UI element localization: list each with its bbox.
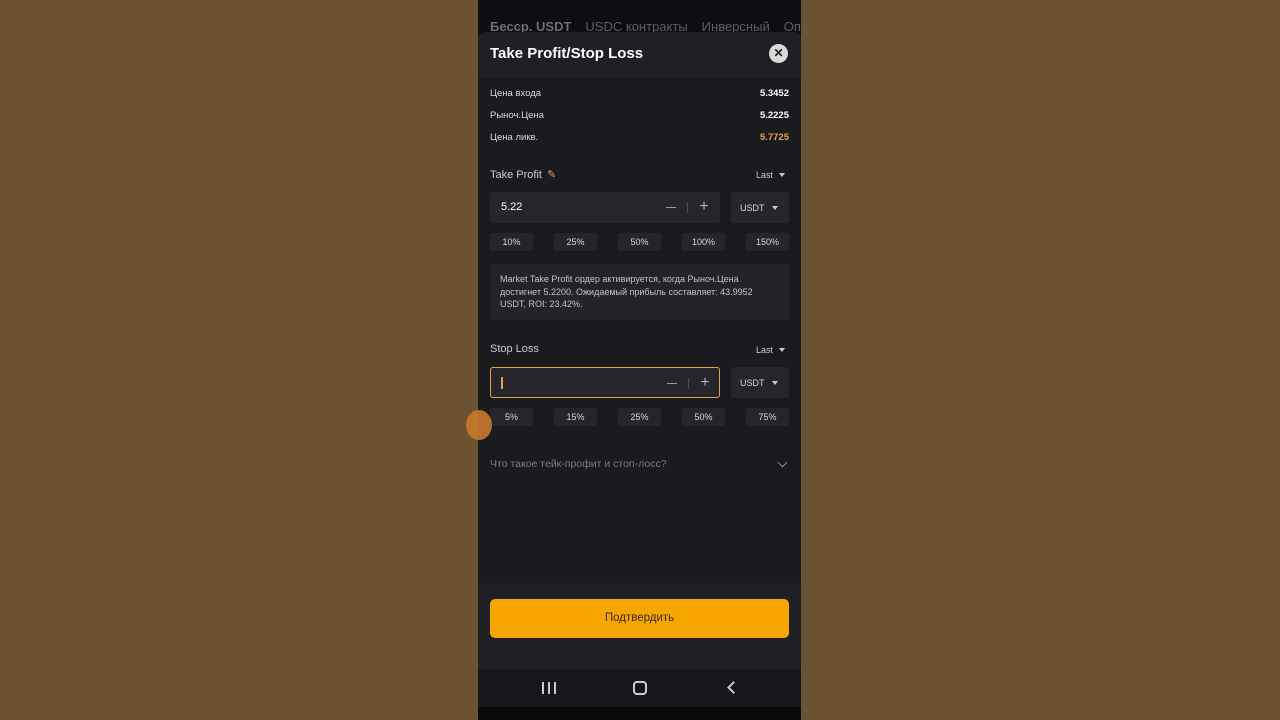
left-background [0,0,478,720]
modal-title: Take Profit/Stop Loss [490,45,644,62]
tp-hint-box: Market Take Profit ордер активируется, к… [490,264,789,320]
close-icon[interactable]: ✕ [769,44,788,63]
caret-down-icon [771,380,778,385]
info-row-entry-price: Цена входа 5.3452 [490,88,789,104]
android-nav-bar [478,669,801,707]
take-profit-label: Take Profit [490,168,542,181]
sl-unit-select[interactable]: USDT [731,367,789,398]
phone-screen: Бесср. USDT USDC контракты Инверсный Опц… [478,0,801,720]
modal-footer: Подтвердить [478,583,801,669]
caret-down-icon [779,173,785,177]
take-profit-label-row: Take Profit ✎ [490,168,556,182]
back-icon[interactable] [727,681,740,694]
caret-down-icon [771,205,778,210]
divider [687,202,688,213]
take-profit-input[interactable]: 5.22 + [490,192,720,223]
stop-loss-input[interactable]: + [490,367,720,398]
faq-expander[interactable]: Что такое тейк-профит и стоп-лосс? [490,457,789,471]
background-tab-bar: Бесср. USDT USDC контракты Инверсный Опц [478,0,801,34]
liq-price-value: 5.7725 [759,132,789,143]
chevron-down-icon [777,457,788,467]
bottom-strip [478,707,801,720]
market-price-value: 5.2225 [759,110,789,121]
sl-trigger-select[interactable]: Last [756,345,785,355]
recent-apps-icon[interactable] [542,682,556,694]
tp-unit-value: USDT [740,202,765,213]
home-icon[interactable] [633,681,647,695]
sl-unit-value: USDT [740,377,765,388]
stop-loss-label: Stop Loss [490,343,539,355]
sl-percent-row: 5% 15% 25% 50% 75% [490,408,789,426]
sl-percent-button[interactable]: 5% [490,408,533,426]
tp-percent-button[interactable]: 10% [490,233,533,251]
info-row-liq-price: Цена ликв. 5.7725 [490,132,789,148]
confirm-button[interactable]: Подтвердить [490,599,789,638]
tp-percent-button[interactable]: 25% [554,233,597,251]
plus-icon[interactable]: + [698,198,710,216]
sl-trigger-value: Last [755,345,773,355]
tp-trigger-value: Last [755,170,773,180]
plus-icon[interactable]: + [699,374,711,392]
divider [688,378,689,389]
tp-percent-button[interactable]: 150% [746,233,789,251]
faq-label: Что такое тейк-профит и стоп-лосс? [490,458,667,470]
tp-unit-select[interactable]: USDT [731,192,789,223]
sl-percent-button[interactable]: 75% [746,408,789,426]
stop-loss-label-row: Stop Loss [490,343,539,355]
text-cursor [501,377,503,389]
info-row-market-price: Рыноч.Цена 5.2225 [490,110,789,126]
edit-icon[interactable]: ✎ [547,168,556,181]
tp-percent-button[interactable]: 50% [618,233,661,251]
modal-header: Take Profit/Stop Loss ✕ [478,32,801,78]
take-profit-value: 5.22 [501,201,523,213]
entry-price-value: 5.3452 [759,88,789,99]
tp-percent-button[interactable]: 100% [682,233,725,251]
liq-price-label: Цена ликв. [490,132,539,143]
sl-percent-button[interactable]: 50% [682,408,725,426]
entry-price-label: Цена входа [490,88,542,99]
minus-icon[interactable] [666,207,676,208]
tp-trigger-select[interactable]: Last [756,170,785,180]
tp-percent-row: 10% 25% 50% 100% 150% [490,233,789,251]
minus-icon[interactable] [667,383,677,384]
sl-percent-button[interactable]: 15% [554,408,597,426]
market-price-label: Рыноч.Цена [490,110,544,121]
sl-percent-button[interactable]: 25% [618,408,661,426]
caret-down-icon [779,348,785,352]
touch-indicator [466,410,492,440]
right-background [801,0,1280,720]
